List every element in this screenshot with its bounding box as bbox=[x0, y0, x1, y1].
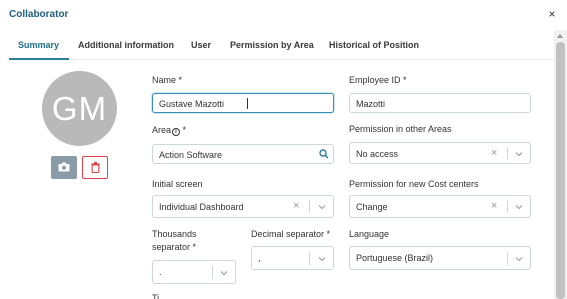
tab-summary[interactable]: Summary bbox=[18, 40, 59, 50]
select-separator bbox=[507, 252, 508, 265]
permission-other-areas-label: Permission in other Areas bbox=[349, 124, 452, 134]
employee-id-label: Employee ID * bbox=[349, 75, 407, 85]
chevron-down-icon[interactable] bbox=[220, 269, 228, 277]
name-field[interactable]: Gustave Mazotti bbox=[152, 93, 334, 113]
tab-bar: Summary Additional information User Perm… bbox=[9, 33, 554, 60]
delete-photo-button[interactable] bbox=[82, 156, 108, 179]
collaborator-dialog: Collaborator × Summary Additional inform… bbox=[0, 0, 567, 299]
scroll-up-arrow[interactable] bbox=[554, 32, 567, 40]
next-field-label-partial: Ti... bbox=[152, 293, 167, 299]
language-value: Portuguese (Brazil) bbox=[356, 253, 434, 263]
area-required-mark: * bbox=[182, 125, 187, 135]
language-select[interactable]: Portuguese (Brazil) bbox=[349, 246, 531, 270]
initial-screen-value: Individual Dashboard bbox=[159, 202, 244, 212]
area-value: Action Software bbox=[159, 150, 223, 160]
tab-additional-information[interactable]: Additional information bbox=[78, 40, 174, 50]
thousands-separator-label-line1: Thousands bbox=[152, 229, 197, 239]
avatar: GM bbox=[42, 71, 117, 146]
permission-other-areas-value: No access bbox=[356, 149, 399, 159]
vertical-scrollbar[interactable] bbox=[554, 30, 567, 299]
select-separator bbox=[309, 200, 310, 213]
active-tab-indicator bbox=[9, 58, 69, 60]
tab-permission-by-area[interactable]: Permission by Area bbox=[230, 40, 314, 50]
clear-icon[interactable]: × bbox=[491, 147, 497, 159]
decimal-separator-value: , bbox=[258, 253, 261, 263]
clear-icon[interactable]: × bbox=[293, 200, 299, 212]
change-photo-button[interactable] bbox=[51, 156, 77, 179]
employee-id-value: Mazotti bbox=[356, 99, 386, 109]
language-label: Language bbox=[349, 229, 390, 239]
tab-user[interactable]: User bbox=[191, 40, 211, 50]
name-label: Name * bbox=[152, 75, 183, 85]
select-separator bbox=[507, 147, 508, 160]
dialog-header: Collaborator × bbox=[0, 0, 567, 30]
info-icon[interactable]: i bbox=[172, 128, 181, 136]
select-separator bbox=[309, 252, 310, 265]
select-separator bbox=[507, 200, 508, 213]
area-label-text: Area bbox=[152, 125, 172, 135]
camera-icon bbox=[58, 162, 70, 172]
search-icon[interactable] bbox=[319, 149, 329, 159]
chevron-down-icon[interactable] bbox=[318, 255, 326, 263]
thousands-separator-value: . bbox=[159, 267, 162, 277]
permission-other-areas-select[interactable]: No access × bbox=[349, 142, 531, 164]
dialog-title: Collaborator bbox=[9, 9, 69, 20]
name-value: Gustave Mazotti bbox=[159, 99, 225, 109]
chevron-down-icon[interactable] bbox=[515, 203, 523, 211]
decimal-separator-select[interactable]: , bbox=[251, 246, 334, 270]
initial-screen-select[interactable]: Individual Dashboard × bbox=[152, 195, 334, 218]
trash-icon bbox=[91, 162, 100, 173]
thousands-separator-select[interactable]: . bbox=[152, 260, 236, 284]
thousands-separator-label-line2: separator * bbox=[152, 242, 197, 252]
close-icon[interactable]: × bbox=[546, 7, 558, 21]
permission-cost-centers-select[interactable]: Change × bbox=[349, 195, 531, 218]
permission-cost-centers-value: Change bbox=[356, 202, 388, 212]
select-separator bbox=[212, 266, 213, 279]
chevron-down-icon[interactable] bbox=[515, 150, 523, 158]
decimal-separator-label: Decimal separator * bbox=[251, 229, 331, 239]
text-cursor bbox=[247, 98, 248, 109]
permission-cost-centers-label: Permission for new Cost centers bbox=[349, 179, 479, 189]
area-field[interactable]: Action Software bbox=[152, 144, 334, 164]
initial-screen-label: Initial screen bbox=[152, 179, 203, 189]
clear-icon[interactable]: × bbox=[491, 200, 497, 212]
scroll-thumb[interactable] bbox=[556, 42, 565, 299]
tab-historical-of-position[interactable]: Historical of Position bbox=[329, 40, 419, 50]
chevron-down-icon[interactable] bbox=[515, 255, 523, 263]
area-label: Area i * bbox=[152, 125, 186, 136]
chevron-down-icon[interactable] bbox=[318, 203, 326, 211]
employee-id-field[interactable]: Mazotti bbox=[349, 93, 531, 113]
